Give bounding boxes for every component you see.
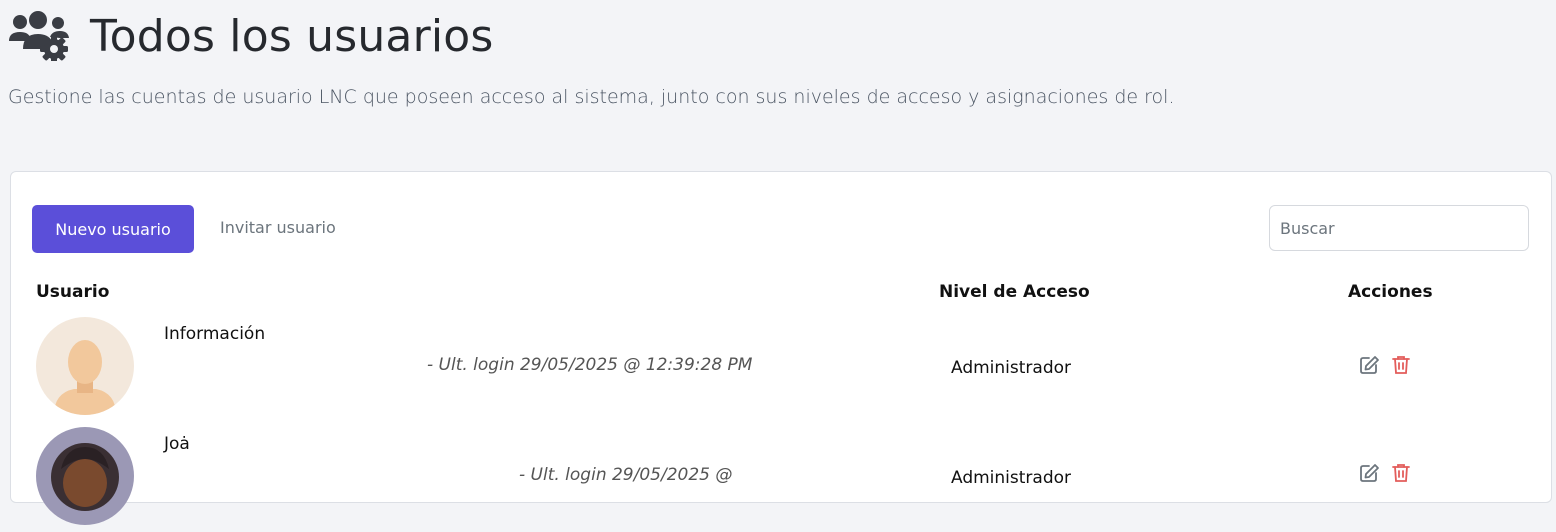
new-user-button[interactable]: Nuevo usuario (32, 205, 194, 253)
redacted-email (164, 348, 426, 382)
column-header-access-level: Nivel de Acceso (939, 282, 1090, 302)
user-name: Joȧ (164, 434, 190, 454)
last-login: - Ult. login 29/05/2025 @ 12:39:28 PM (427, 355, 753, 375)
edit-icon[interactable] (1358, 462, 1380, 484)
user-name: Información (164, 324, 266, 344)
search-input[interactable] (1269, 205, 1529, 251)
last-login: - Ult. login 29/05/2025 @ (519, 465, 733, 485)
redacted-email (164, 458, 518, 492)
users-card: Nuevo usuario Invitar usuario Usuario Ni… (10, 171, 1552, 525)
avatar (36, 427, 134, 525)
table-row: Información - Ult. login 29/05/2025 @ 12… (11, 312, 1551, 422)
edit-icon[interactable] (1358, 354, 1380, 376)
invite-user-link[interactable]: Invitar usuario (220, 218, 336, 237)
users-cog-icon (8, 11, 74, 63)
trash-icon[interactable] (1390, 462, 1412, 484)
column-header-user: Usuario (36, 282, 110, 302)
page-subtitle: Gestione las cuentas de usuario LNC que … (8, 86, 1175, 108)
trash-icon[interactable] (1390, 354, 1412, 376)
page-title: Todos los usuarios (90, 10, 494, 62)
column-header-actions: Acciones (1348, 282, 1433, 302)
access-level: Administrador (951, 358, 1072, 378)
table-row: Joȧ - Ult. login 29/05/2025 @ Administra… (11, 422, 1551, 532)
page-header: Todos los usuarios (8, 6, 494, 66)
avatar (36, 317, 134, 415)
access-level: Administrador (951, 468, 1072, 488)
